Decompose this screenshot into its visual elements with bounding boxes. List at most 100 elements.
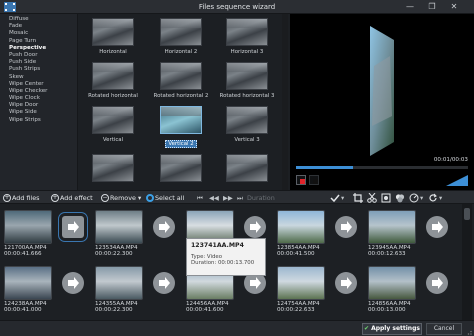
transition-preview[interactable] [82,154,144,182]
crop-icon[interactable] [353,193,363,203]
transition-item[interactable]: Perspective [0,45,77,52]
add-files-button[interactable]: + Add files [3,193,39,203]
transition-preview[interactable]: Horizontal [82,18,144,55]
clip-thumbnail[interactable] [95,210,143,244]
preview-scrollbar[interactable] [282,14,288,190]
transition-slot-arrow-icon[interactable] [62,272,84,294]
transition-item[interactable]: Push Door [0,52,77,59]
transition-preview[interactable]: Rotated horizontal 2 [150,62,212,99]
move-first-button[interactable]: ⏮ [197,193,203,203]
clip-item[interactable]: 124355AA.MP4 00:00:22.300 [95,266,145,313]
record-button[interactable] [296,175,306,185]
transition-thumbnail[interactable] [226,154,268,182]
transition-slot-arrow-icon[interactable] [335,272,357,294]
maximize-button[interactable]: ❐ [426,2,438,12]
transition-thumbnail[interactable] [160,154,202,182]
transition-preview[interactable] [216,154,278,182]
clip-item[interactable]: 123854AA.MP4 00:00:41.500 [277,210,327,257]
timeline-scrollbar[interactable] [462,204,472,320]
transition-thumbnail[interactable] [160,62,202,90]
transition-thumbnail[interactable] [92,62,134,90]
move-right-button[interactable]: ▶▶ [223,193,233,203]
clip-item[interactable]: 124754AA.MP4 00:00:22.633 [277,266,327,313]
transition-item[interactable]: Push Strips [0,66,77,73]
rotate-options-chevron-icon[interactable]: ▾ [439,193,442,203]
transition-item[interactable]: Fade [0,23,77,30]
transition-preview[interactable] [150,154,212,182]
speed-options-chevron-icon[interactable]: ▾ [420,193,423,203]
transition-thumbnail[interactable] [226,106,268,134]
transition-slot-arrow-icon[interactable] [426,272,448,294]
transition-thumbnail[interactable] [92,154,134,182]
transition-thumbnail[interactable] [92,18,134,46]
minimize-button[interactable]: — [404,2,416,12]
clip-thumbnail[interactable] [277,266,325,300]
speed-icon[interactable] [409,193,419,203]
transition-item[interactable]: Diffuse [0,16,77,23]
clip-item[interactable]: 121700AA.MP4 00:00:41.666 [4,210,54,257]
transition-slot-arrow-icon[interactable] [335,216,357,238]
transition-item[interactable]: Wipe Checker [0,88,77,95]
clip-thumbnail[interactable] [368,266,416,300]
transition-thumbnail[interactable] [160,106,202,134]
close-button[interactable]: ✕ [448,2,460,12]
clip-duration: 00:00:22.300 [95,251,133,257]
rotate-icon[interactable] [428,193,438,203]
scissors-icon[interactable] [367,193,377,203]
clip-thumbnail[interactable] [95,266,143,300]
cancel-button[interactable]: Cancel [426,323,462,335]
clip-duration: 00:00:41.500 [277,251,315,257]
transition-item[interactable]: Wipe Strips [0,117,77,124]
transition-slot-arrow-icon[interactable] [153,272,175,294]
transition-preview[interactable]: Vertical 2 [150,106,212,148]
check-options-chevron-icon[interactable]: ▾ [341,193,344,203]
clip-item[interactable]: 123945AA.MP4 00:00:12.633 [368,210,418,257]
stop-button[interactable] [309,175,319,185]
transition-preview[interactable]: Horizontal 3 [216,18,278,55]
transition-item[interactable]: Push Side [0,59,77,66]
volume-level-icon[interactable] [446,175,468,186]
transition-preview[interactable]: Vertical [82,106,144,143]
transition-thumbnail[interactable] [92,106,134,134]
transition-item[interactable]: Mosaic [0,30,77,37]
transition-slot-arrow-icon[interactable] [426,216,448,238]
transition-thumbnail[interactable] [160,18,202,46]
move-last-button[interactable]: ⏭ [237,193,243,203]
transition-preview[interactable]: Rotated horizontal [82,62,144,99]
transition-thumbnail[interactable] [226,62,268,90]
transition-preview[interactable]: Rotated horizontal 3 [216,62,278,99]
timeline-scroll-thumb[interactable] [464,208,470,220]
clip-thumbnail[interactable] [4,266,52,300]
transition-thumbnail[interactable] [226,18,268,46]
transition-item[interactable]: Wipe Center [0,81,77,88]
clip-item[interactable]: 123534AA.MP4 00:00:22.300 [95,210,145,257]
check-icon[interactable] [330,193,340,203]
clip-thumbnail[interactable] [4,210,52,244]
clip-thumbnail[interactable] [368,210,416,244]
transition-item[interactable]: Wipe Clock [0,95,77,102]
remove-button[interactable]: − Remove ▾ [101,193,141,203]
clip-thumbnail[interactable] [277,210,325,244]
transition-preview[interactable]: Horizontal 2 [150,18,212,55]
clip-item[interactable]: 124856AA.MP4 00:00:13.000 [368,266,418,313]
playback-progress[interactable] [296,166,468,169]
transition-item[interactable]: Wipe Door [0,102,77,109]
transition-slot-arrow-icon[interactable] [153,216,175,238]
tooltip-duration: Duration: 00:00:13.700 [191,260,255,266]
transition-preview[interactable]: Vertical 3 [216,106,278,143]
transition-item[interactable]: Skew [0,74,77,81]
add-effect-label: Add effect [60,194,93,202]
resize-grip-icon[interactable] [465,327,472,335]
transition-item[interactable]: Wipe Side [0,109,77,116]
transition-slot-arrow-icon[interactable] [244,216,266,238]
duration-button[interactable]: Duration [247,193,275,203]
color-adjust-icon[interactable] [395,193,405,203]
move-left-button[interactable]: ◀◀ [209,193,219,203]
stabilize-icon[interactable] [381,193,391,203]
apply-settings-button[interactable]: ✔ Apply settings [362,323,422,335]
transition-slot-arrow-icon[interactable] [62,216,84,238]
select-all-button[interactable]: Select all [146,193,184,203]
transition-item[interactable]: Page Turn [0,38,77,45]
add-effect-button[interactable]: + Add effect [51,193,93,203]
clip-item[interactable]: 124238AA.MP4 00:00:41.000 [4,266,54,313]
